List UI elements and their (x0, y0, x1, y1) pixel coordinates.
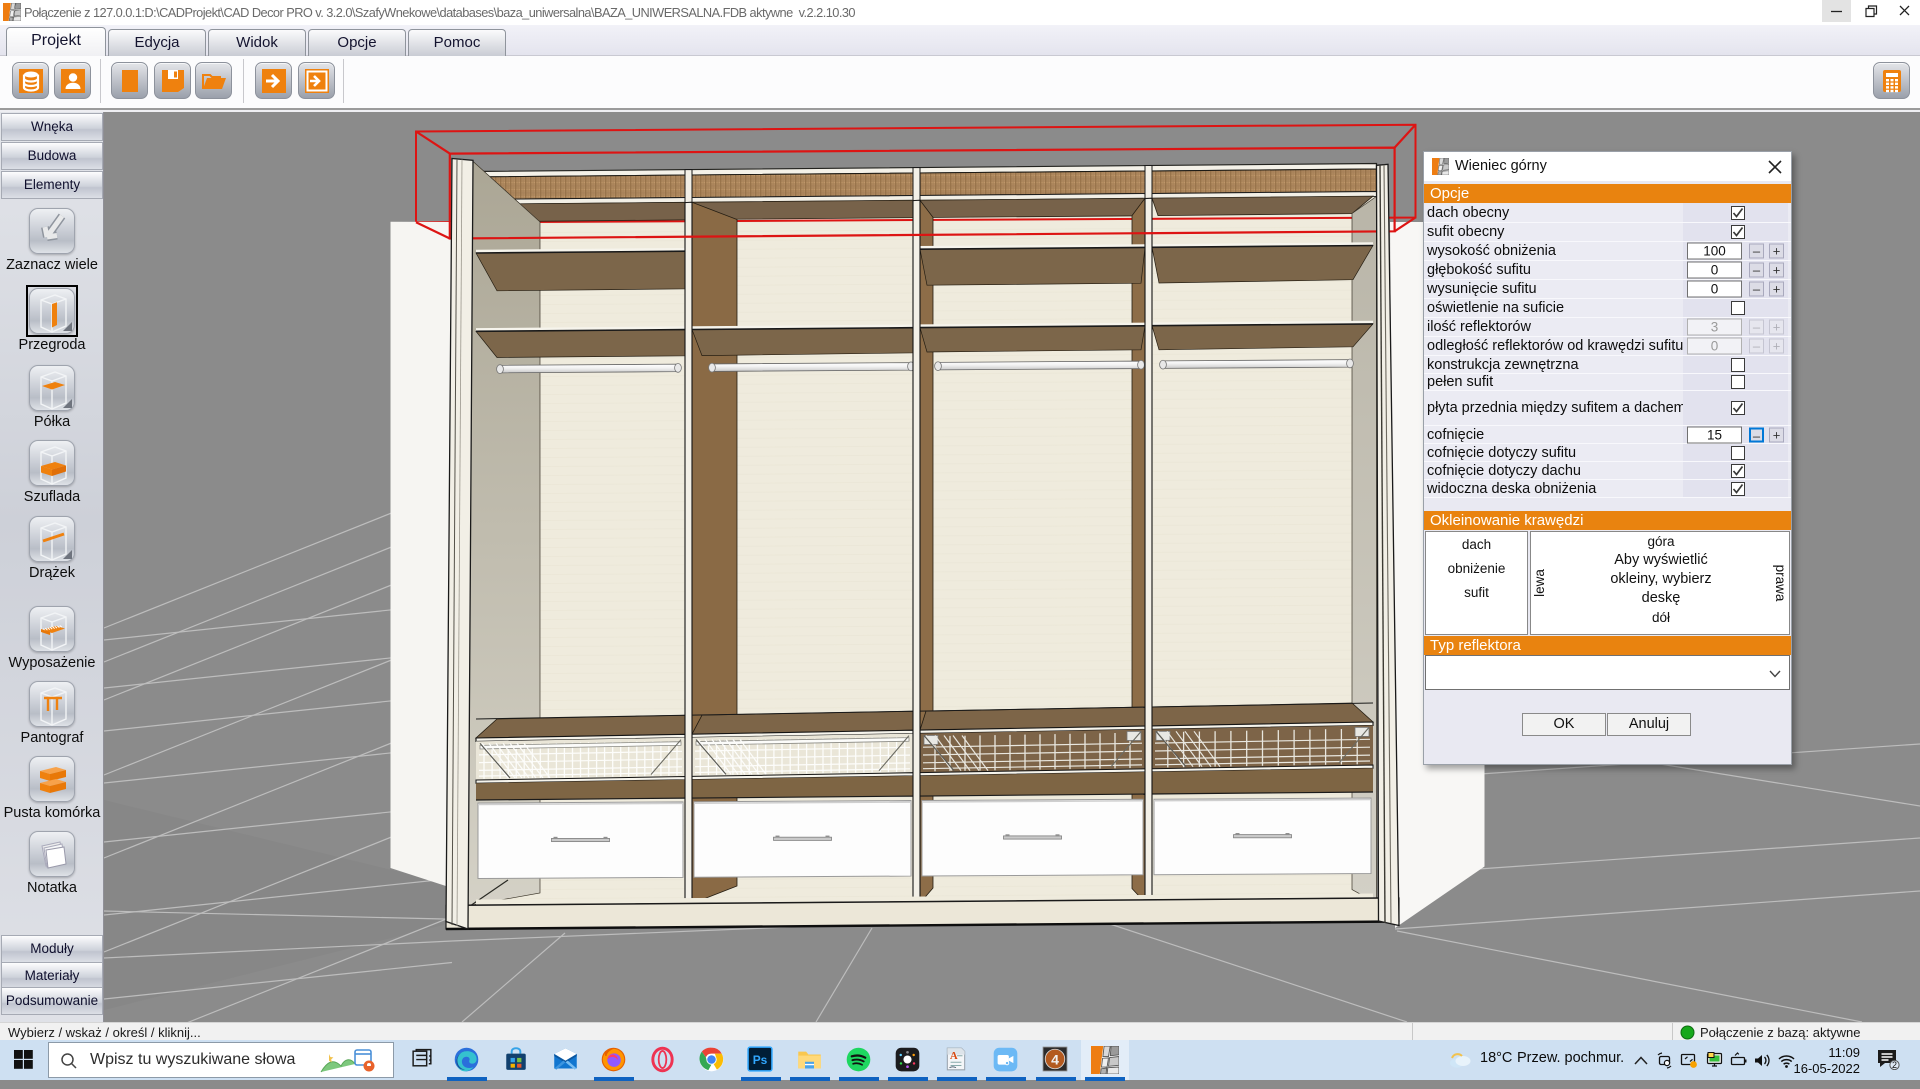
svg-text:4: 4 (1051, 1051, 1059, 1067)
svg-text:2: 2 (1892, 1060, 1897, 1070)
svg-text:A: A (950, 1050, 958, 1062)
svg-text:Ps: Ps (753, 1053, 768, 1067)
